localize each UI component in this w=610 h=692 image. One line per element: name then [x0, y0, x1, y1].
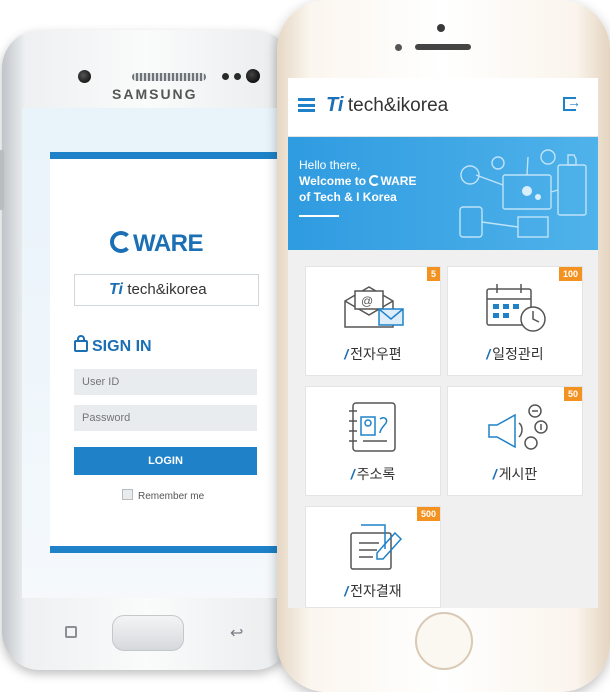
sensor-dot: [395, 44, 402, 51]
calendar-icon: [486, 284, 546, 332]
gware-logo: WARE: [110, 230, 204, 258]
company-name: tech&ikorea: [127, 281, 207, 298]
document-edit-icon: [350, 524, 403, 570]
logout-icon[interactable]: [563, 94, 581, 111]
hamburger-menu-icon[interactable]: [298, 98, 315, 112]
home-button[interactable]: [415, 612, 473, 670]
welcome-banner: Hello there, Welcome to WARE of Tech & I…: [288, 137, 598, 250]
sensor-dot: [222, 73, 229, 80]
banner-underline: [299, 215, 339, 217]
remember-me[interactable]: Remember me: [122, 489, 204, 502]
user-id-input[interactable]: [74, 369, 257, 395]
header-company-name: tech&ikorea: [347, 95, 449, 116]
tile-label: 게시판: [498, 466, 538, 482]
approval-count-badge: 500: [416, 507, 440, 521]
tile-board[interactable]: 50 /게시판: [447, 386, 583, 496]
password-input[interactable]: [74, 405, 257, 431]
top-accent-bar: [50, 152, 287, 159]
network-illustration-icon: [459, 149, 587, 238]
login-screen: WARE Ti tech&ikorea SIGN IN LOGIN Rememb…: [22, 108, 287, 598]
samsung-phone: SAMSUNG WARE Ti tech&ikorea SIGN IN LOGI…: [0, 30, 292, 670]
board-count-badge: 50: [563, 387, 582, 401]
sensor-camera: [246, 69, 260, 83]
home-button[interactable]: [112, 615, 184, 651]
ti-mark-icon: Ti: [109, 281, 123, 298]
signin-title: SIGN IN: [74, 335, 152, 356]
mail-icon: @: [344, 286, 404, 328]
tile-label: 전자결재: [350, 583, 402, 599]
gware-c-icon: [110, 231, 132, 253]
mail-count-badge: 5: [426, 267, 440, 281]
menu-grid: 5 @ / 전자우편 100 / 일정관리 / 주소록 50 / 게시판 500…: [288, 250, 598, 608]
earpiece-speaker: [415, 44, 471, 50]
tile-approval[interactable]: 500 /전자결재: [305, 506, 441, 608]
megaphone-icon: [488, 404, 548, 450]
tile-address-book[interactable]: / 주소록: [305, 386, 441, 496]
bottom-accent-bar: [50, 546, 287, 553]
phone-brand: SAMSUNG: [112, 86, 198, 102]
tile-label: 전자우편: [350, 346, 402, 362]
earpiece-speaker: [132, 73, 206, 81]
app-header: Ti tech&ikorea: [288, 78, 598, 137]
front-camera: [437, 24, 445, 32]
tile-label: 주소록: [356, 466, 396, 482]
calendar-count-badge: 100: [558, 267, 582, 281]
banner-welcome: Welcome to WARE: [299, 174, 417, 188]
recent-apps-key-icon[interactable]: [65, 626, 77, 638]
tile-calendar[interactable]: 100 /일정관리: [447, 266, 583, 376]
app-screen: Ti tech&ikorea Hello there, Welcome to W…: [288, 78, 598, 608]
tile-mail[interactable]: 5 @ / 전자우편: [305, 266, 441, 376]
banner-greeting: Hello there,: [299, 158, 361, 172]
gware-c-icon: [369, 175, 381, 186]
address-book-icon: [349, 402, 396, 452]
iphone-device: Ti tech&ikorea Hello there, Welcome to W…: [277, 0, 610, 692]
login-button[interactable]: LOGIN: [74, 447, 257, 475]
company-logo-box: Ti tech&ikorea: [74, 274, 259, 306]
tile-label: 일정관리: [492, 346, 544, 362]
side-key: [0, 150, 4, 210]
sensor-dot: [234, 73, 241, 80]
remember-checkbox[interactable]: [122, 489, 133, 500]
back-key-icon[interactable]: ↩: [230, 623, 243, 643]
ti-mark-icon: Ti: [326, 94, 344, 116]
header-logo: Ti tech&ikorea: [326, 94, 448, 117]
front-camera: [78, 70, 91, 83]
banner-company: of Tech & I Korea: [299, 190, 397, 204]
svg-text:@: @: [361, 294, 373, 308]
lock-icon: [74, 335, 88, 352]
